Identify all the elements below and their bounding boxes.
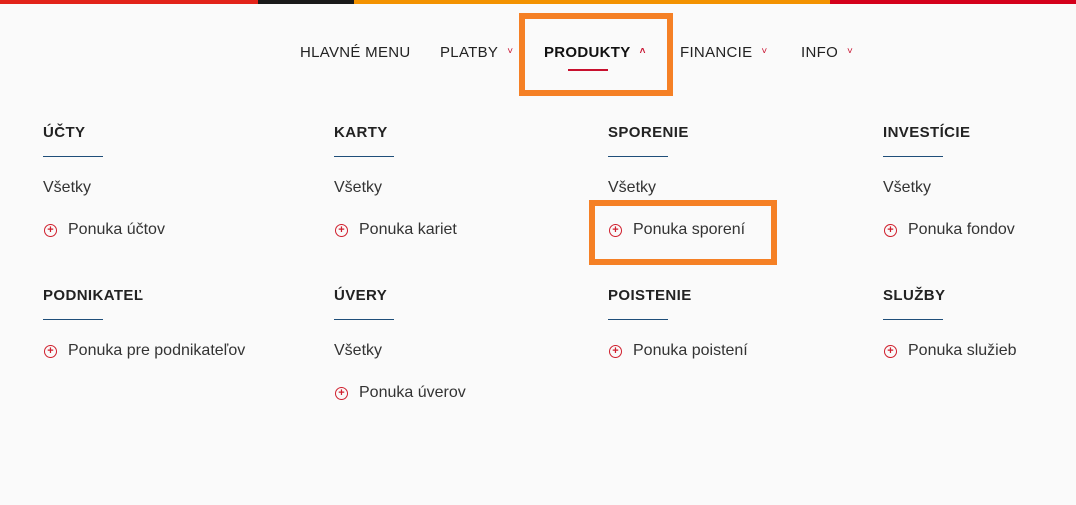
nav-item-hlavne-menu[interactable]: HLAVNÉ MENU bbox=[300, 42, 411, 62]
category-links: Všetky + Ponuka sporení bbox=[608, 178, 848, 240]
category-title: KARTY bbox=[334, 124, 388, 141]
circle-plus-icon: + bbox=[44, 223, 57, 237]
nav-item-label: INFO bbox=[801, 43, 839, 61]
chevron-down-icon: ˅ bbox=[507, 46, 514, 57]
link-label: Všetky bbox=[43, 179, 92, 196]
category-podnikatel: PODNIKATEĽ + Ponuka pre podnikateľov bbox=[43, 286, 283, 383]
category-rule bbox=[608, 156, 668, 157]
all-link[interactable]: Všetky bbox=[608, 178, 848, 198]
category-title: ÚVERY bbox=[334, 287, 388, 304]
offer-link[interactable]: + Ponuka účtov bbox=[43, 220, 283, 240]
category-rule bbox=[43, 156, 103, 157]
all-link[interactable]: Všetky bbox=[883, 178, 1076, 198]
category-rule bbox=[43, 319, 103, 320]
chevron-up-icon: ˄ bbox=[639, 46, 646, 57]
category-links: Všetky + Ponuka kariet bbox=[334, 178, 574, 240]
category-title: SPORENIE bbox=[608, 124, 689, 141]
category-karty: KARTY Všetky + Ponuka kariet bbox=[334, 123, 574, 262]
link-label: Všetky bbox=[883, 179, 932, 196]
category-title: PODNIKATEĽ bbox=[43, 287, 144, 304]
all-link[interactable]: Všetky bbox=[334, 341, 574, 361]
circle-plus-icon: + bbox=[44, 344, 57, 358]
link-label: Všetky bbox=[334, 179, 383, 196]
category-rule bbox=[334, 319, 394, 320]
category-links: + Ponuka služieb bbox=[883, 341, 1076, 361]
category-sluzby: SLUŽBY + Ponuka služieb bbox=[883, 286, 1076, 383]
link-label: Všetky bbox=[608, 179, 657, 196]
all-link[interactable]: Všetky bbox=[334, 178, 574, 198]
nav-item-label: PLATBY bbox=[440, 43, 499, 61]
category-rule bbox=[334, 156, 394, 157]
link-label: Ponuka služieb bbox=[908, 342, 1017, 359]
circle-plus-icon: + bbox=[335, 223, 348, 237]
link-label: Ponuka sporení bbox=[633, 221, 746, 238]
nav-item-financie[interactable]: FINANCIE ˅ bbox=[680, 42, 768, 62]
offer-link[interactable]: + Ponuka kariet bbox=[334, 220, 574, 240]
category-investicie: INVESTÍCIE Všetky + Ponuka fondov bbox=[883, 123, 1076, 262]
circle-plus-icon: + bbox=[609, 344, 622, 358]
chevron-down-icon: ˅ bbox=[847, 46, 854, 57]
circle-plus-icon: + bbox=[609, 223, 622, 237]
category-rule bbox=[883, 319, 943, 320]
category-rule bbox=[883, 156, 943, 157]
nav-item-platby[interactable]: PLATBY ˅ bbox=[440, 42, 513, 62]
category-title: ÚČTY bbox=[43, 124, 86, 141]
nav-item-info[interactable]: INFO ˅ bbox=[801, 42, 853, 62]
link-label: Ponuka kariet bbox=[359, 221, 457, 238]
nav-item-produkty[interactable]: PRODUKTY ˄ bbox=[544, 42, 646, 62]
offer-link[interactable]: + Ponuka pre podnikateľov bbox=[43, 341, 283, 361]
category-sporenie: SPORENIE Všetky + Ponuka sporení bbox=[608, 123, 848, 262]
nav-item-label: FINANCIE bbox=[680, 43, 753, 61]
category-ucty: ÚČTY Všetky + Ponuka účtov bbox=[43, 123, 283, 262]
active-tab-underline bbox=[568, 69, 608, 71]
circle-plus-icon: + bbox=[884, 344, 897, 358]
circle-plus-icon: + bbox=[335, 386, 348, 400]
link-label: Ponuka pre podnikateľov bbox=[68, 342, 246, 359]
nav-item-label: HLAVNÉ MENU bbox=[300, 43, 411, 61]
main-nav: HLAVNÉ MENU PLATBY ˅ PRODUKTY ˄ FINANCIE… bbox=[0, 0, 1076, 100]
link-label: Všetky bbox=[334, 342, 383, 359]
category-uvery: ÚVERY Všetky + Ponuka úverov bbox=[334, 286, 574, 425]
category-links: Všetky + Ponuka fondov bbox=[883, 178, 1076, 240]
category-title: SLUŽBY bbox=[883, 287, 946, 304]
category-links: Všetky + Ponuka účtov bbox=[43, 178, 283, 240]
category-title: INVESTÍCIE bbox=[883, 124, 971, 141]
category-links: + Ponuka poistení bbox=[608, 341, 848, 361]
category-title: POISTENIE bbox=[608, 287, 692, 304]
category-poistenie: POISTENIE + Ponuka poistení bbox=[608, 286, 848, 383]
offer-link[interactable]: + Ponuka poistení bbox=[608, 341, 848, 361]
category-links: + Ponuka pre podnikateľov bbox=[43, 341, 283, 361]
link-label: Ponuka účtov bbox=[68, 221, 165, 238]
link-label: Ponuka úverov bbox=[359, 384, 466, 401]
link-label: Ponuka poistení bbox=[633, 342, 748, 359]
offer-link[interactable]: + Ponuka fondov bbox=[883, 220, 1076, 240]
category-links: Všetky + Ponuka úverov bbox=[334, 341, 574, 403]
offer-link[interactable]: + Ponuka úverov bbox=[334, 383, 574, 403]
offer-link[interactable]: + Ponuka sporení bbox=[608, 220, 848, 240]
link-label: Ponuka fondov bbox=[908, 221, 1015, 238]
offer-link[interactable]: + Ponuka služieb bbox=[883, 341, 1076, 361]
nav-item-label: PRODUKTY bbox=[544, 43, 631, 61]
circle-plus-icon: + bbox=[884, 223, 897, 237]
all-link[interactable]: Všetky bbox=[43, 178, 283, 198]
chevron-down-icon: ˅ bbox=[761, 46, 768, 57]
category-rule bbox=[608, 319, 668, 320]
